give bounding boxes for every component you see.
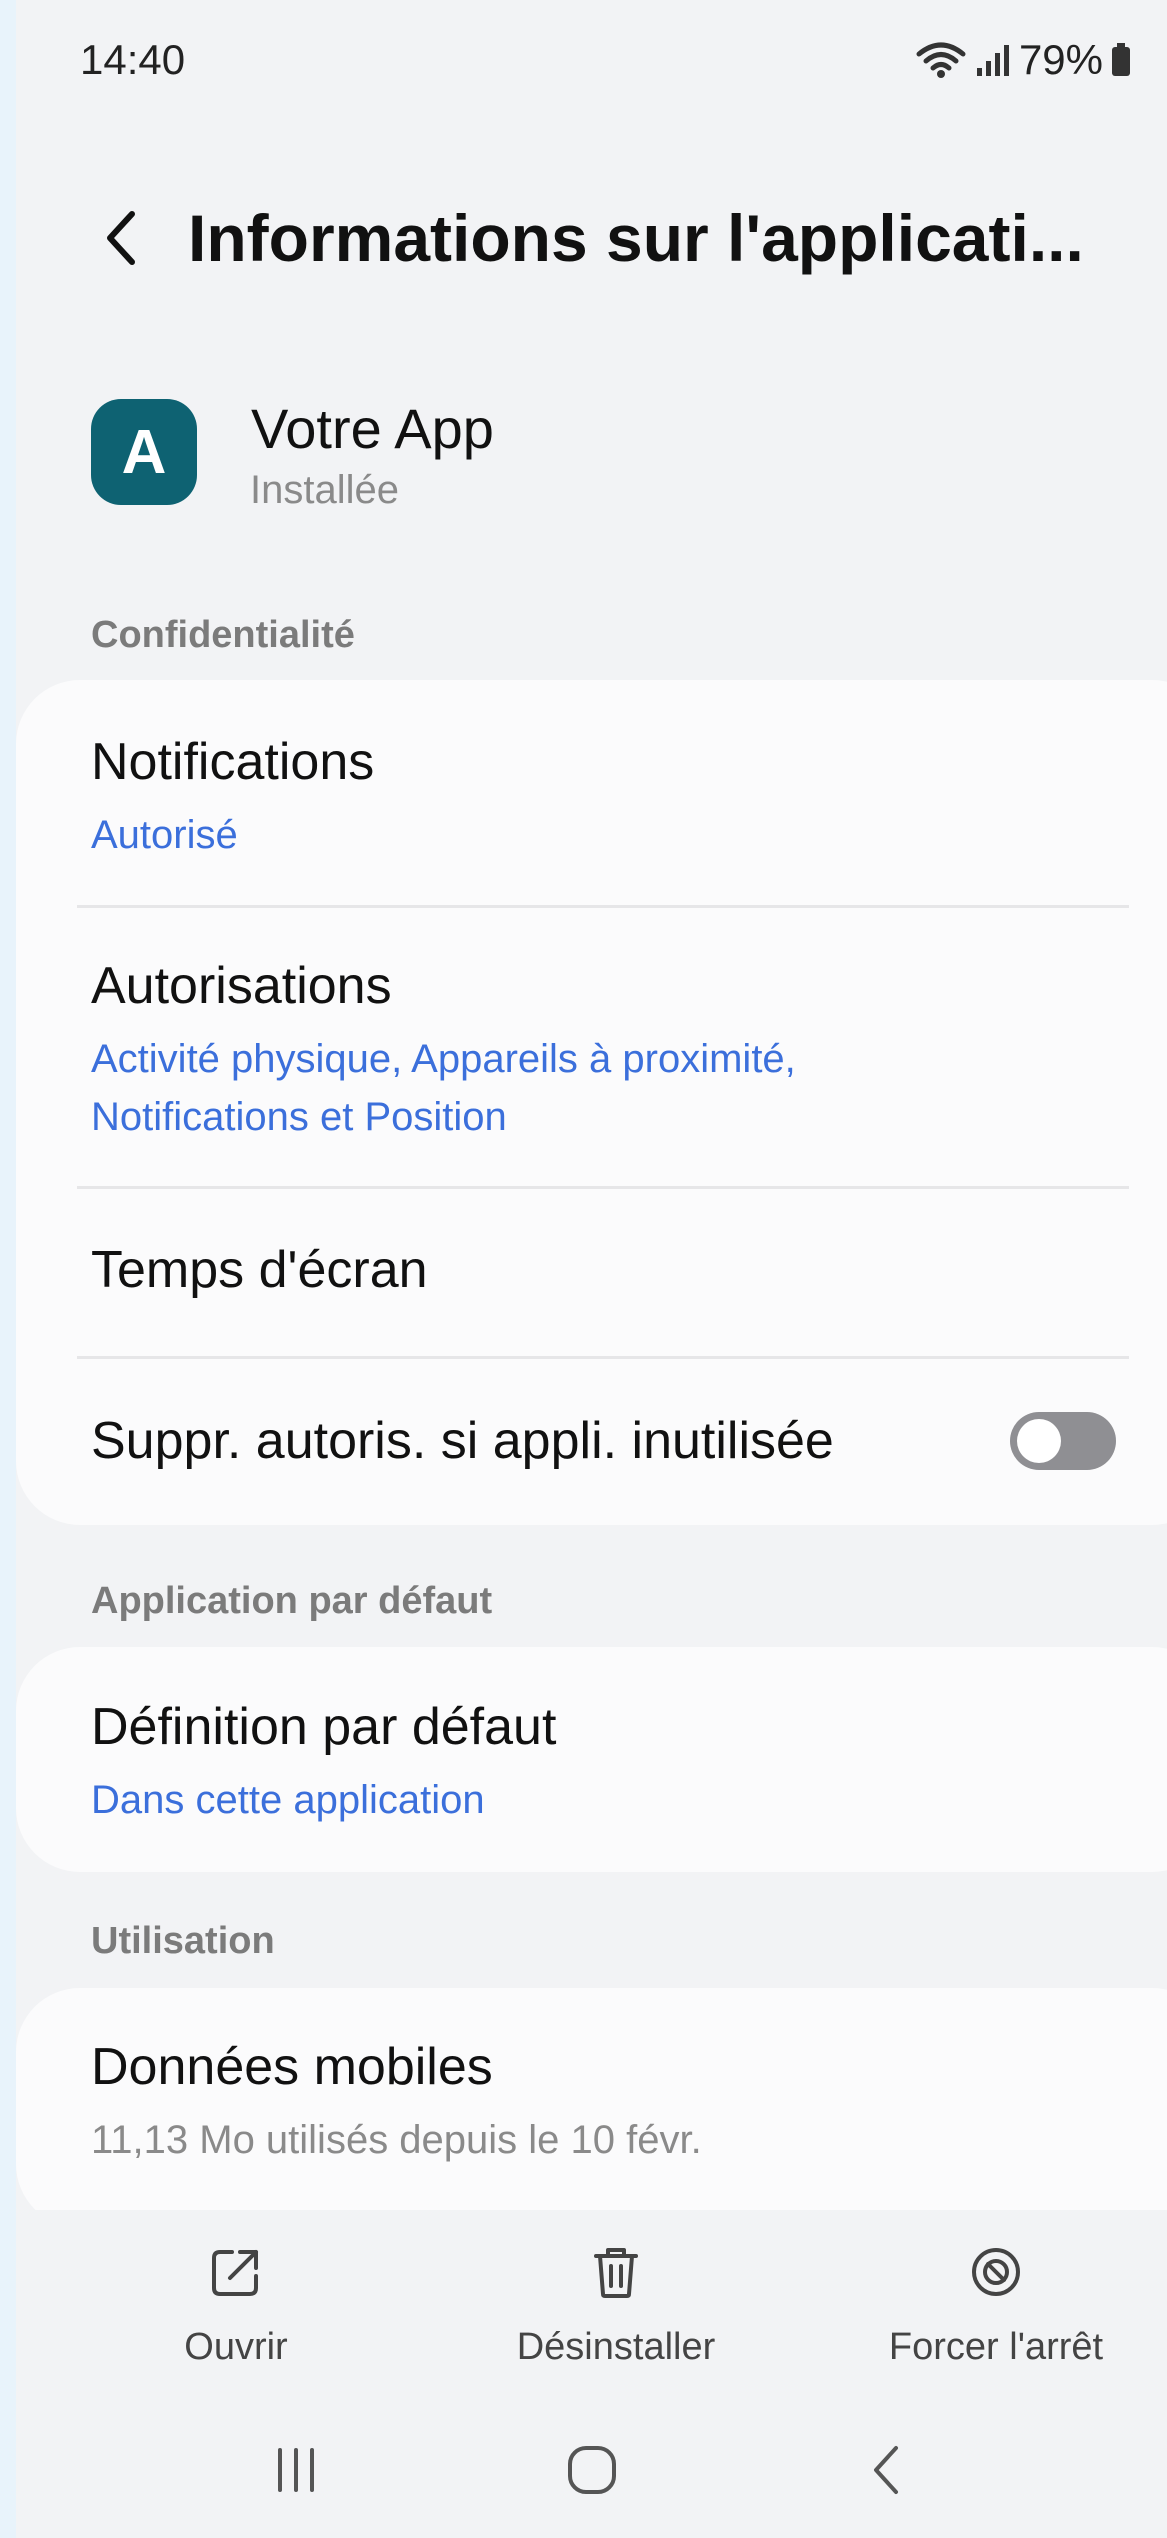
app-install-status: Installée <box>250 468 399 512</box>
stop-icon <box>972 2248 1020 2296</box>
nav-back-icon <box>874 2446 898 2494</box>
status-icons: 79% <box>915 36 1131 84</box>
action-bar: Ouvrir Désinstaller Forcer l'arrêt <box>16 2210 1167 2390</box>
app-icon: A <box>91 399 197 505</box>
screen-time-title: Temps d'écran <box>91 1241 428 1299</box>
trash-icon <box>594 2248 638 2298</box>
set-default-status: Dans cette application <box>91 1778 485 1822</box>
status-time: 14:40 <box>80 36 186 83</box>
app-name: Votre App <box>251 397 494 460</box>
signal-icon <box>976 45 1009 76</box>
back-button[interactable] <box>86 198 166 278</box>
open-button[interactable]: Ouvrir <box>46 2210 426 2390</box>
permissions-item[interactable]: Autorisations Activité physique, Apparei… <box>91 956 1121 1146</box>
force-stop-button[interactable]: Forcer l'arrêt <box>806 2210 1167 2390</box>
remove-permissions-toggle[interactable] <box>1010 1412 1116 1470</box>
status-bar: 14:40 79% <box>16 0 1167 125</box>
section-label-privacy: Confidentialité <box>91 614 355 656</box>
force-stop-label: Forcer l'arrêt <box>888 2326 1104 2368</box>
remove-permissions-title: Suppr. autoris. si appli. inutilisée <box>91 1412 834 1470</box>
permissions-summary-line2: Notifications et Position <box>91 1095 507 1139</box>
notifications-item[interactable]: Notifications Autorisé <box>91 732 1121 864</box>
app-info-screen: 14:40 79% Informations sur l'applicati..… <box>16 0 1167 2538</box>
open-external-icon <box>212 2250 258 2296</box>
set-default-title: Définition par défaut <box>91 1698 557 1756</box>
home-icon <box>568 2446 616 2494</box>
toggle-knob <box>1017 1419 1061 1463</box>
open-label: Ouvrir <box>184 2326 288 2368</box>
app-icon-letter: A <box>121 417 167 487</box>
recents-button[interactable] <box>246 2420 346 2520</box>
page-title: Informations sur l'applicati... <box>188 201 1084 275</box>
battery-icon <box>1112 43 1130 76</box>
mobile-data-title: Données mobiles <box>91 2038 493 2096</box>
remove-permissions-item[interactable]: Suppr. autoris. si appli. inutilisée <box>91 1411 991 1471</box>
section-label-default-app: Application par défaut <box>91 1580 493 1622</box>
back-chevron-icon <box>107 211 135 265</box>
uninstall-label: Désinstaller <box>516 2326 716 2368</box>
permissions-summary-line1: Activité physique, Appareils à proximité… <box>91 1037 796 1081</box>
permissions-title: Autorisations <box>91 957 392 1015</box>
permissions-summary: Activité physique, Appareils à proximité… <box>91 1030 1121 1146</box>
divider <box>77 1356 1129 1359</box>
notifications-status: Autorisé <box>91 813 238 857</box>
mobile-data-usage: 11,13 Mo utilisés depuis le 10 févr. <box>91 2118 702 2162</box>
mobile-data-item[interactable]: Données mobiles 11,13 Mo utilisés depuis… <box>91 2037 1121 2169</box>
wifi-icon <box>916 42 966 78</box>
uninstall-button[interactable]: Désinstaller <box>426 2210 806 2390</box>
set-default-item[interactable]: Définition par défaut Dans cette applica… <box>91 1697 1121 1829</box>
nav-back-button[interactable] <box>838 2420 938 2520</box>
divider <box>77 905 1129 908</box>
screen-time-item[interactable]: Temps d'écran <box>91 1240 1121 1300</box>
navigation-bar <box>16 2420 1167 2538</box>
notifications-title: Notifications <box>91 733 375 791</box>
section-label-usage: Utilisation <box>91 1920 275 1962</box>
recents-icon <box>278 2448 314 2492</box>
battery-percent: 79% <box>1018 36 1103 83</box>
app-bar: Informations sur l'applicati... <box>16 180 1167 300</box>
home-button[interactable] <box>542 2420 642 2520</box>
divider <box>77 1186 1129 1189</box>
